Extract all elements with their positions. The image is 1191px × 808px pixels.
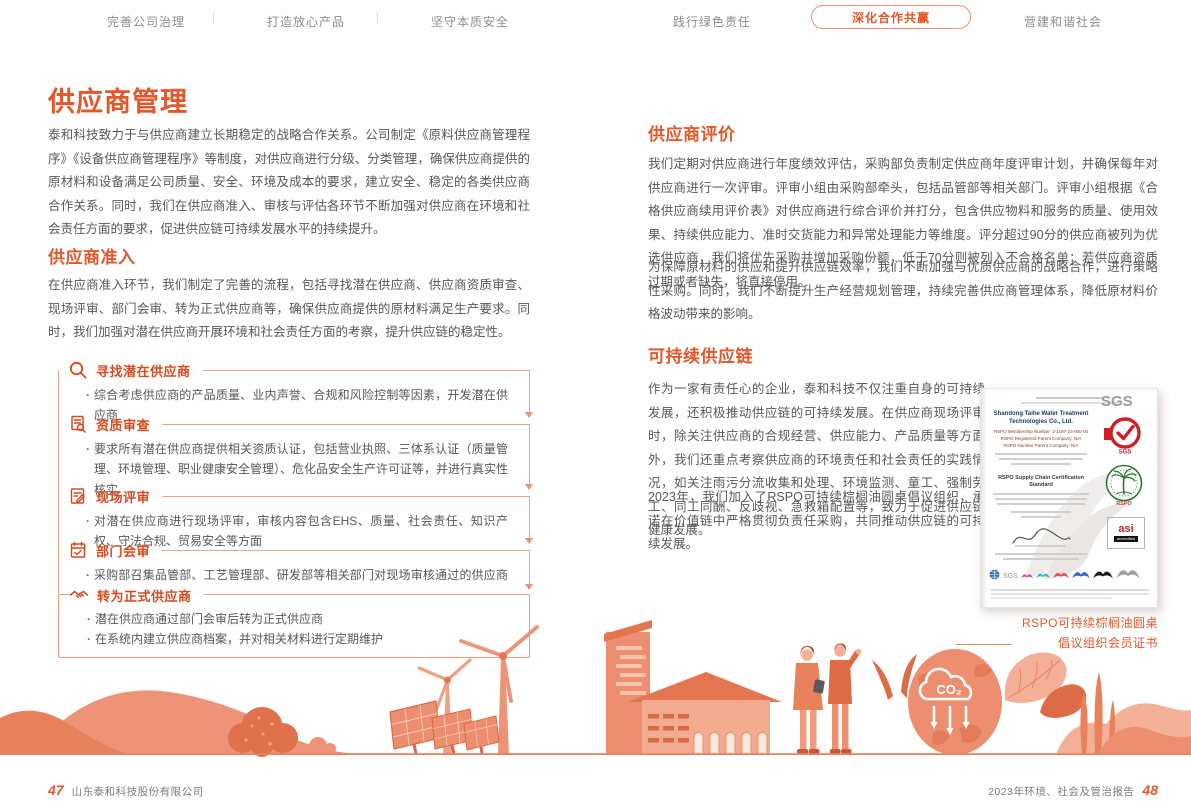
step-title: 寻找潜在供应商	[96, 361, 191, 380]
certificate-fineprint	[1011, 511, 1071, 513]
bird-icon	[1036, 570, 1050, 580]
certificate-fineprint	[1003, 558, 1079, 560]
nav-separator: |	[212, 11, 215, 23]
section-title-sustainable: 可持续供应链	[648, 342, 753, 367]
footer-company-name: 山东泰和科技股份有限公司	[72, 784, 204, 799]
rspo-certificate-image: Shandong Taihe Water Treatment Technolog…	[980, 388, 1158, 608]
certificate-signature	[1009, 527, 1073, 549]
certificate-fineprint	[999, 458, 1083, 460]
page-number-right: 48	[1142, 782, 1158, 798]
svg-text:SGS: SGS	[1119, 450, 1132, 456]
step-title: 现场评审	[96, 487, 150, 506]
footer-report-name: 2023年环境、社会及管治报告	[988, 784, 1134, 799]
flow-rule	[162, 496, 530, 497]
bottom-illustration: CO₂	[0, 598, 1191, 760]
section-title-admission: 供应商准入	[48, 243, 136, 268]
admission-paragraph: 在供应商准入环节，我们制定了完善的流程，包括寻找潜在供应商、供应商资质审查、现场…	[48, 274, 530, 345]
report-page: 完善公司治理 | 打造放心产品 | 坚守本质安全 践行绿色责任 深化合作共赢 营…	[0, 0, 1191, 808]
bird-icon	[1021, 571, 1033, 580]
nav-item-governance[interactable]: 完善公司治理	[107, 13, 185, 30]
nav-item-green[interactable]: 践行绿色责任	[673, 13, 751, 30]
people-talking	[793, 643, 861, 754]
footer-left: 47 山东泰和科技股份有限公司	[48, 782, 204, 799]
section-title-evaluation: 供应商评价	[648, 120, 736, 145]
sgs-wordmark: SGS	[1003, 573, 1018, 580]
globe-icon	[989, 569, 1000, 580]
flow-rule	[203, 370, 530, 371]
certificate-standard-title: RSPO Supply Chain Certification Standard	[991, 475, 1091, 489]
bush-small	[309, 737, 327, 755]
co2-globe: CO₂	[908, 649, 1002, 755]
certificate-fineprint	[991, 589, 1149, 591]
certificate-fineprint	[993, 493, 1089, 495]
step-title: 部门会审	[96, 541, 150, 560]
nav-separator: |	[376, 11, 379, 23]
nav-item-safety[interactable]: 坚守本质安全	[431, 13, 509, 30]
certificate-fineprint	[1036, 397, 1104, 399]
sgs-logo: SGS	[1101, 393, 1133, 410]
certificate-membership-lines: RSPO Membership Number: 2-1197-23-000-00…	[989, 429, 1093, 449]
certificate-fineprint	[997, 503, 1085, 505]
certificate-fineprint	[991, 593, 1149, 595]
clipboard-pen-icon	[68, 486, 88, 506]
certificate-company-name: Shandong Taihe Water Treatment Technolog…	[989, 411, 1093, 427]
search-icon	[68, 360, 88, 380]
flow-rule	[162, 424, 530, 425]
nav-item-society[interactable]: 营建和谐社会	[1024, 13, 1102, 30]
document-search-icon	[68, 414, 88, 434]
sustainable-paragraph-2: 2023年，我们加入了RSPO可持续棕榈油圆桌倡议组织，承诺在价值链中严格贯彻负…	[648, 486, 985, 557]
bird-icon	[1093, 567, 1113, 580]
co2-label: CO₂	[936, 682, 962, 697]
footer-right: 2023年环境、社会及管治报告 48	[988, 782, 1158, 799]
certificate-fineprint	[995, 453, 1087, 455]
flow-rule	[162, 550, 530, 551]
person-left	[793, 646, 825, 754]
intro-paragraph: 泰和科技致力于与供应商建立长期稳定的战略合作关系。公司制定《原料供应商管理程序》…	[48, 124, 530, 242]
certificate-fineprint	[995, 498, 1087, 500]
page-number-left: 47	[48, 782, 64, 798]
bird-icon	[1116, 565, 1140, 580]
rspo-palm-logo: RSPO	[1103, 463, 1145, 509]
sgs-check-mark-icon: SGS	[1103, 415, 1143, 455]
person-right	[828, 643, 861, 754]
nav-active-label: 深化合作共赢	[852, 9, 930, 26]
ground-line	[0, 753, 1191, 755]
nav-item-products[interactable]: 打造放心产品	[267, 13, 345, 30]
factory-buildings	[604, 620, 782, 754]
bird-icon	[1053, 569, 1069, 580]
asi-accredited-logo: asi accredited	[1107, 517, 1145, 549]
certificate-fineprint	[1021, 516, 1061, 518]
evaluation-paragraph-2: 为保障原材料的供应和提升供应链效率，我们不断加强与优质供应商的战略合作，进行策略…	[648, 256, 1158, 327]
solar-panels	[390, 701, 499, 754]
calendar-check-icon	[68, 540, 88, 560]
certificate-fineprint	[1011, 463, 1071, 465]
page-title: 供应商管理	[48, 80, 188, 119]
bird-icon	[1072, 568, 1090, 580]
certificate-logo-row: SGS	[989, 565, 1151, 580]
nav-item-cooperation-active[interactable]: 深化合作共赢	[811, 5, 971, 29]
svg-text:RSPO: RSPO	[1116, 501, 1132, 507]
step-title: 资质审查	[96, 415, 150, 434]
certificate-fineprint	[995, 553, 1087, 555]
